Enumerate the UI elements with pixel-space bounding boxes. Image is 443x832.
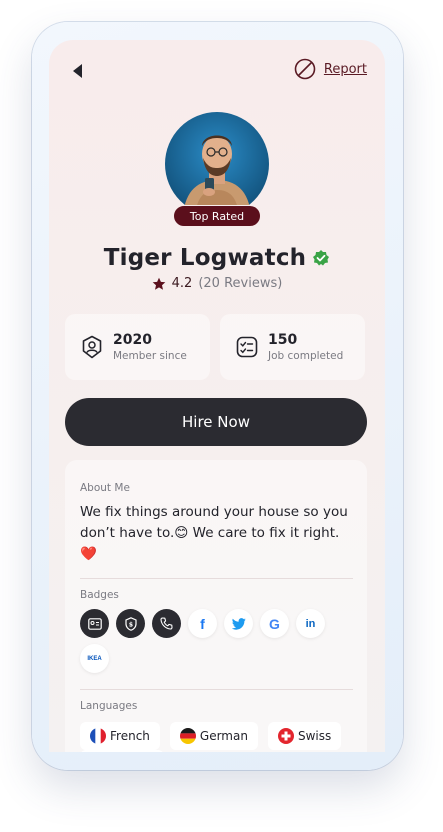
languages-label: Languages (80, 700, 138, 712)
language-chip-german[interactable]: German (169, 722, 258, 750)
avatar (165, 112, 269, 216)
google-badge[interactable]: G (260, 609, 289, 638)
jobs-completed-value: 150 (268, 332, 298, 348)
divider (80, 578, 353, 579)
facebook-icon: f (200, 615, 205, 632)
language-label: French (110, 729, 150, 743)
badges-list: $ f G in IKEA (80, 609, 330, 673)
facebook-badge[interactable]: f (188, 609, 217, 638)
user-badge-icon (82, 335, 102, 359)
name-row: Tiger Logwatch (49, 245, 385, 271)
member-since-value: 2020 (113, 332, 152, 348)
report-label: Report (323, 61, 367, 77)
rating-value: 4.2 (171, 276, 193, 291)
jobs-completed-label: Job completed (268, 350, 344, 362)
svg-text:$: $ (128, 621, 132, 628)
language-chip-french[interactable]: French (80, 722, 160, 750)
about-label: About Me (80, 482, 130, 494)
google-icon: G (269, 615, 280, 632)
twitter-badge[interactable] (224, 609, 253, 638)
germany-flag-icon (179, 728, 196, 744)
badges-label: Badges (80, 589, 119, 601)
phone-frame: Report Top Rated Tiger Logwatch 4.2 (20 … (32, 22, 403, 770)
language-chip-swiss[interactable]: Swiss (267, 722, 342, 750)
shield-icon: $ (124, 616, 137, 631)
linkedin-icon: in (305, 617, 316, 630)
ikea-badge[interactable]: IKEA (80, 644, 109, 673)
member-since-label: Member since (113, 350, 187, 362)
profile-screen: Report Top Rated Tiger Logwatch 4.2 (20 … (49, 40, 385, 752)
checklist-icon (236, 336, 258, 358)
ikea-icon: IKEA (87, 655, 102, 662)
review-count: (20 Reviews) (198, 276, 283, 291)
linkedin-badge[interactable]: in (296, 609, 325, 638)
switzerland-flag-icon (277, 728, 294, 744)
language-label: German (199, 729, 248, 743)
language-label: Swiss (297, 729, 332, 743)
hire-now-button[interactable]: Hire Now (65, 398, 367, 446)
languages-list: French German Swiss (80, 722, 353, 750)
id-card-badge[interactable] (80, 609, 109, 638)
about-text: We fix things around your house so you d… (80, 504, 348, 562)
member-since-card: 2020 Member since (65, 314, 210, 380)
id-card-icon (87, 617, 102, 630)
back-arrow-icon (73, 64, 82, 78)
divider (80, 689, 353, 690)
jobs-completed-card: 150 Job completed (220, 314, 365, 380)
language-chip-partial[interactable] (80, 750, 164, 752)
verified-icon (313, 250, 330, 266)
star-icon (152, 277, 165, 290)
france-flag-icon (90, 728, 106, 744)
shield-badge[interactable]: $ (116, 609, 145, 638)
profile-name: Tiger Logwatch (103, 245, 307, 271)
back-button[interactable] (71, 61, 85, 81)
about-card: About Me We fix things around your house… (65, 460, 367, 752)
phone-badge[interactable] (152, 609, 181, 638)
twitter-icon (231, 617, 246, 630)
rating-row[interactable]: 4.2 (20 Reviews) (49, 276, 385, 291)
top-rated-badge: Top Rated (173, 205, 261, 227)
phone-icon (160, 617, 173, 630)
block-icon (294, 58, 316, 80)
report-button[interactable]: Report (294, 58, 367, 80)
